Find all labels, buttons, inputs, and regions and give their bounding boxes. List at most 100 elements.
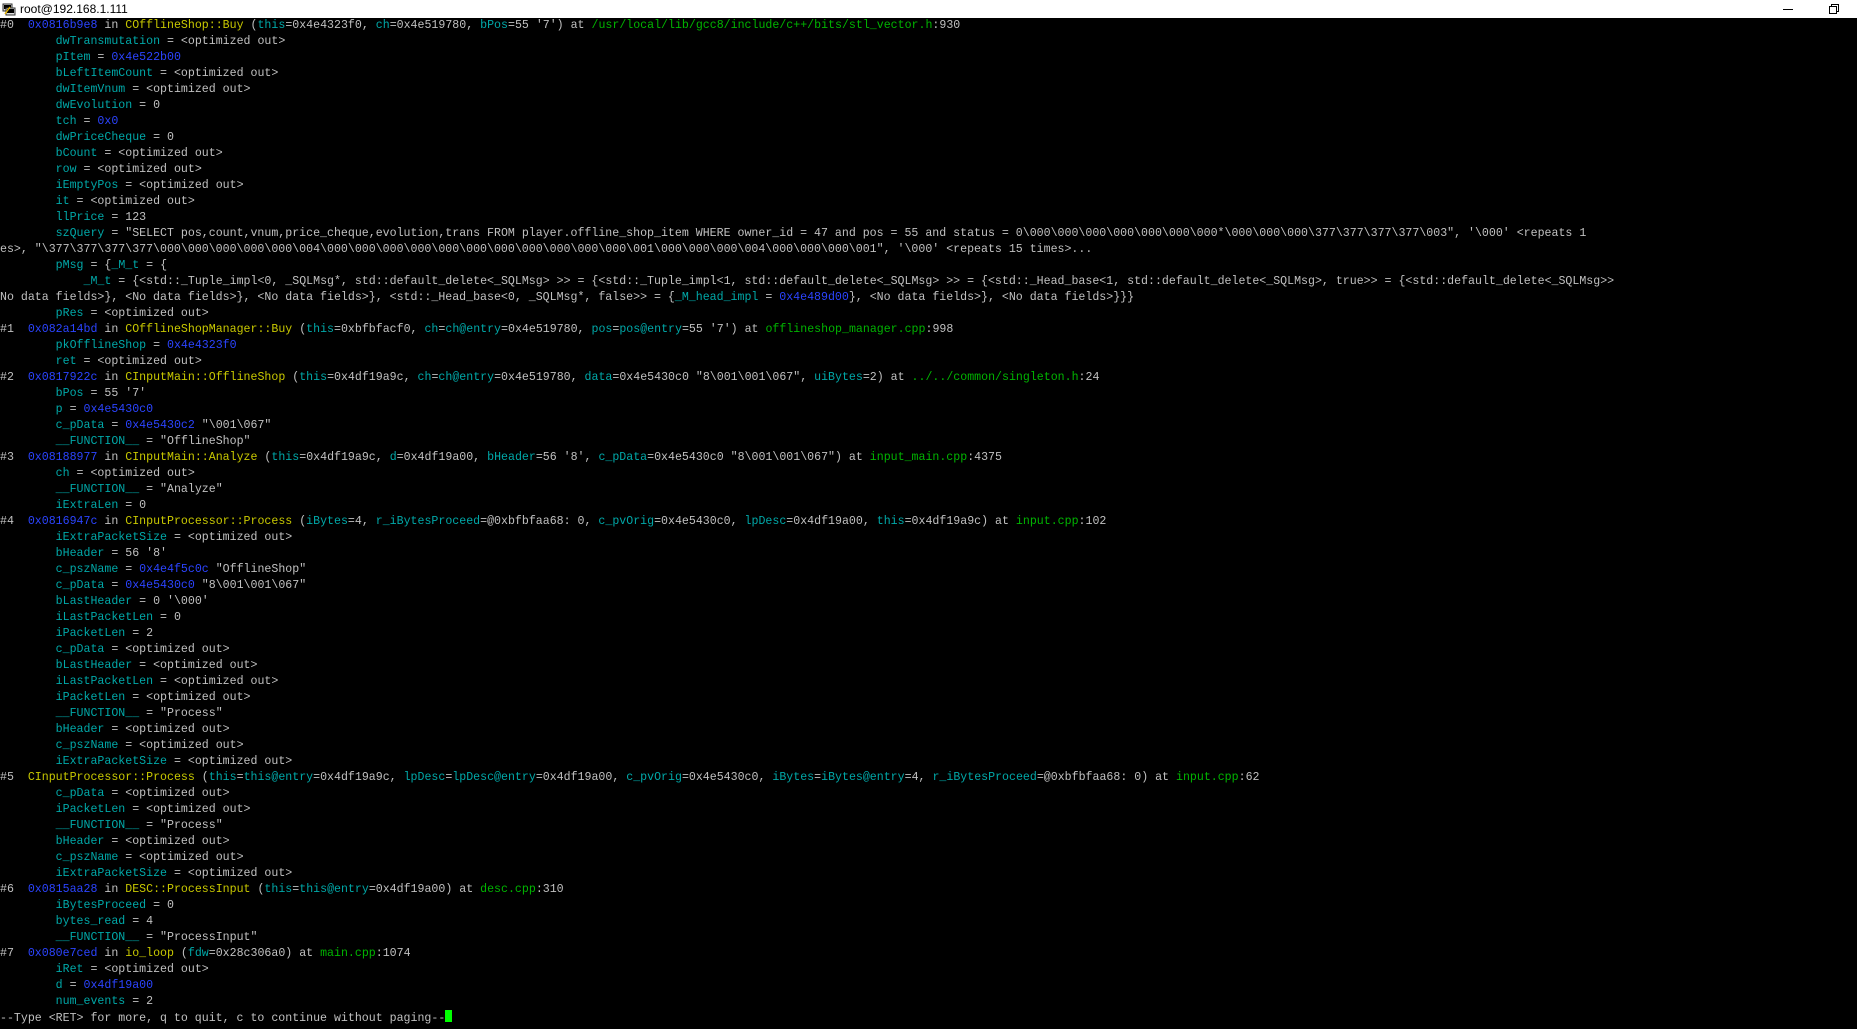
terminal-line: c_pData = <optimized out> [0, 642, 1857, 658]
terminal-text-segment: iBytesProceed [55, 899, 147, 912]
terminal-text-segment: =0x4e5430c0, [654, 515, 745, 528]
terminal-text-segment: 0x4e522b00 [111, 51, 181, 64]
terminal-text-segment: ( [243, 19, 258, 32]
terminal-text-segment: c_pszName [55, 851, 119, 864]
terminal-text-segment: c_pData [598, 451, 648, 464]
terminal-text-segment: bCount [55, 147, 98, 160]
terminal-text-segment: num_events [55, 995, 126, 1008]
terminal-text-segment: #2 [0, 371, 28, 384]
terminal-text-segment: =0x4e519780, [501, 323, 592, 336]
terminal-line: c_pszName = <optimized out> [0, 850, 1857, 866]
terminal-text-segment: this@entry [299, 883, 369, 896]
terminal-text-segment: 0x0817922c [27, 371, 98, 384]
terminal-text-segment: = <optimized out> [167, 867, 293, 880]
terminal-text-segment: =0x4df19a00) at [368, 883, 481, 896]
terminal-text-segment: "8\001\001\067" [194, 579, 307, 592]
terminal-text-segment: :62 [1238, 771, 1260, 784]
terminal-text-segment: 0x4df19a00 [83, 979, 154, 992]
terminal-text-segment: bHeader [55, 835, 105, 848]
terminal-text-segment: es>, "\377\377\377\377\000\000\000\000\0… [0, 243, 1093, 256]
terminal-text-segment: bytes_read [55, 915, 126, 928]
terminal-line: row = <optimized out> [0, 162, 1857, 178]
terminal-text-segment: 0x4e4f5c0c [139, 563, 209, 576]
terminal-text-segment: 0x0 [97, 115, 119, 128]
terminal-text-segment: c_pszName [55, 563, 119, 576]
minimize-button[interactable] [1765, 0, 1811, 18]
terminal-text-segment: _M_head_impl [674, 291, 759, 304]
terminal-text-segment: pMsg [55, 259, 84, 272]
terminal-text-segment: :102 [1078, 515, 1107, 528]
terminal-text-segment: = [146, 339, 167, 352]
terminal-text-segment: pRes [55, 307, 84, 320]
terminal-line: _M_t = {<std::_Tuple_impl<0, _SQLMsg*, s… [0, 274, 1857, 290]
minimize-icon [1783, 9, 1793, 10]
terminal-text-segment: ( [250, 883, 265, 896]
terminal-line: llPrice = 123 [0, 210, 1857, 226]
terminal-text-segment: __FUNCTION__ [55, 435, 140, 448]
terminal-line: c_pszName = 0x4e4f5c0c "OfflineShop" [0, 562, 1857, 578]
terminal-text-segment: = <optimized out> [118, 851, 244, 864]
terminal-text-segment: =0x4df19a00, [535, 771, 627, 784]
terminal-text-segment: = {<std::_Tuple_impl<0, _SQLMsg*, std::d… [111, 275, 1615, 288]
terminal-text-segment: c_pData [55, 579, 105, 592]
terminal-text-segment: =4, [347, 515, 376, 528]
terminal-text-segment: ch [417, 371, 432, 384]
terminal-text-segment: =0x4e519780, [389, 19, 481, 32]
terminal-text-segment: in [97, 515, 126, 528]
terminal-text-segment: = 0 [118, 499, 147, 512]
terminal-text-segment: = "OfflineShop" [139, 435, 251, 448]
terminal-line: bHeader = 56 '8' [0, 546, 1857, 562]
terminal-text-segment: ch [55, 467, 70, 480]
window-titlebar: root@192.168.1.111 [0, 0, 1857, 18]
terminal-text-segment: DESC::ProcessInput [125, 883, 251, 896]
terminal-text-segment: =@0xbfbfaa68: 0) at [1036, 771, 1176, 784]
terminal-text-segment: input.cpp [1175, 771, 1239, 784]
terminal-text-segment: c_pData [55, 643, 105, 656]
terminal-text-segment: iPacketLen [55, 691, 126, 704]
terminal-text-segment: = [90, 51, 112, 64]
terminal-text-segment: :4375 [967, 451, 1002, 464]
terminal-line: bytes_read = 4 [0, 914, 1857, 930]
terminal-text-segment: = <optimized out> [69, 467, 195, 480]
putty-terminal-icon [2, 3, 16, 15]
restore-button[interactable] [1811, 0, 1857, 18]
terminal-line: iExtraPacketSize = <optimized out> [0, 866, 1857, 882]
terminal-text-segment: }, <No data fields>}, <No data fields>}}… [848, 291, 1135, 304]
terminal-text-segment: "\001\067" [194, 419, 272, 432]
terminal-text-segment: = <optimized out> [167, 531, 293, 544]
window-title: root@192.168.1.111 [20, 2, 128, 16]
terminal-output[interactable]: #0 0x0816b9e8 in COfflineShop::Buy (this… [0, 18, 1857, 1029]
terminal-line: iPacketLen = 2 [0, 626, 1857, 642]
terminal-text-segment: =0x4df19a9c) at [904, 515, 1016, 528]
terminal-text-segment: #7 [0, 947, 28, 960]
terminal-text-segment: it [55, 195, 70, 208]
terminal-text-segment: iLastPacketLen [55, 675, 154, 688]
terminal-text-segment: in [97, 947, 126, 960]
terminal-text-segment: #6 [0, 883, 28, 896]
terminal-cursor [445, 1010, 453, 1022]
terminal-text-segment: = "SELECT pos,count,vnum,price_cheque,ev… [104, 227, 1587, 240]
terminal-text-segment: = <optimized out> [104, 723, 230, 736]
pager-prompt-line: --Type <RET> for more, q to quit, c to c… [0, 1010, 1857, 1026]
terminal-line: iLastPacketLen = 0 [0, 610, 1857, 626]
terminal-text-segment: = [758, 291, 780, 304]
terminal-text-segment: =55 '7') at [681, 323, 766, 336]
terminal-text-segment: = { [139, 259, 168, 272]
